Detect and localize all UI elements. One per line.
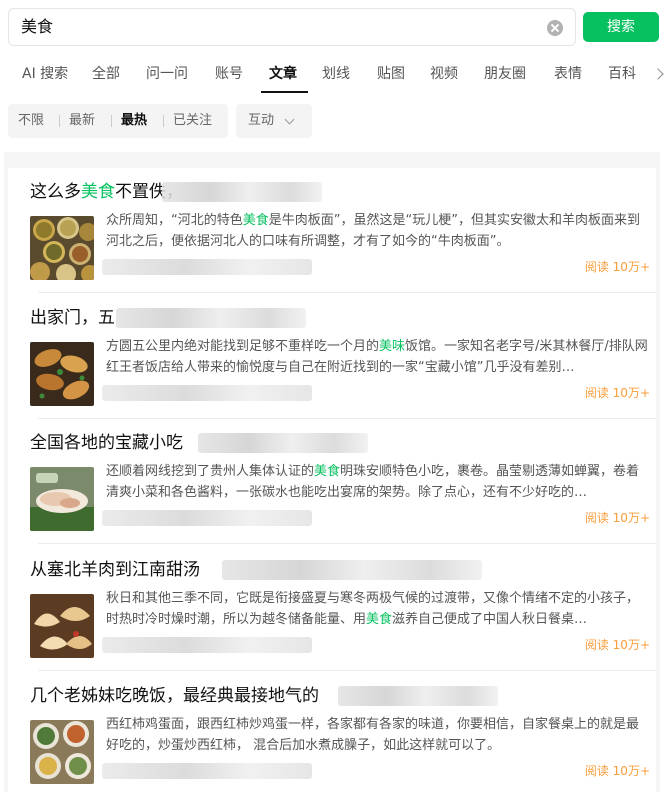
interaction-label: 互动: [248, 113, 275, 128]
article-card[interactable]: 这么多美食不置佚， 众所周知，“河北的特色美食是牛肉板面”，虽然这是“玩儿梗”，…: [16, 168, 656, 293]
tab-ai-search[interactable]: AI 搜索: [22, 54, 68, 94]
article-title[interactable]: 全国各地的宝藏小吃: [30, 431, 183, 455]
search-bar[interactable]: 美食: [8, 8, 576, 46]
article-thumbnail[interactable]: [30, 720, 94, 784]
read-count: 阅读 10万+: [584, 764, 650, 778]
filter-hottest[interactable]: 最热: [121, 104, 147, 138]
filter-divider: [59, 115, 60, 127]
card-divider: [38, 292, 656, 293]
article-thumbnail[interactable]: [30, 342, 94, 406]
summary-text: 还顺着网线挖到了贵州人集体认证的: [106, 464, 315, 479]
filter-divider: [111, 115, 112, 127]
tab-articles[interactable]: 文章: [269, 54, 297, 94]
article-title[interactable]: 从塞北羊肉到江南甜汤: [30, 558, 200, 582]
tab-stickers[interactable]: 贴图: [377, 54, 405, 94]
redacted-source: [102, 763, 312, 779]
article-title-text: 全国各地的宝藏小吃: [30, 433, 183, 453]
article-summary: 还顺着网线挖到了贵州人集体认证的美食明珠安顺特色小吃，裹卷。晶莹剔透薄如蝉翼，卷…: [106, 461, 650, 503]
tab-accounts[interactable]: 账号: [215, 54, 243, 94]
article-card[interactable]: 从塞北羊肉到江南甜汤 秋日和其他三季不同，它既是衔接盛夏与寒冬两极气候的过渡带，…: [16, 546, 656, 671]
redacted-title-segment: [116, 308, 306, 328]
article-thumbnail[interactable]: [30, 216, 94, 280]
article-summary: 秋日和其他三季不同，它既是衔接盛夏与寒冬两极气候的过渡带，又像个情绪不定的小孩子…: [106, 588, 650, 630]
article-card[interactable]: 几个老姊妹吃晚饭，最经典最接地气的 西红柿鸡蛋面，跟西红柿炒鸡蛋一样，各家都有各…: [16, 672, 656, 792]
read-count: 阅读 10万+: [584, 386, 650, 400]
chevron-right-icon[interactable]: [652, 68, 664, 80]
article-title-text: 几个老姊妹吃晚饭，最经典最接地气的: [30, 686, 319, 706]
filter-following[interactable]: 已关注: [173, 104, 212, 138]
read-count: 阅读 10万+: [584, 511, 650, 525]
redacted-title-segment: [338, 686, 498, 706]
search-input[interactable]: 美食: [21, 17, 53, 37]
tab-all[interactable]: 全部: [92, 54, 120, 94]
summary-text: 方圆五公里内绝对能找到足够不重样吃一个月的: [106, 339, 380, 354]
keyword-highlight: 美食: [314, 464, 341, 479]
redacted-source: [102, 637, 312, 653]
article-title-text: 这么多: [30, 182, 81, 202]
category-tabs: AI 搜索 全部 问一问 账号 文章 划线 贴图 视频 朋友圈 表情 百科: [0, 54, 664, 94]
summary-text: 滋养自己便成了中国人秋日餐桌…: [392, 612, 588, 627]
redacted-title-segment: [222, 560, 482, 580]
read-count: 阅读 10万+: [584, 260, 650, 274]
article-title[interactable]: 出家门，五: [30, 306, 115, 330]
redacted-title-segment: [162, 182, 322, 202]
article-card[interactable]: 出家门，五 方圆五公里内绝对能找到足够不重样吃一个月的美味饭馆。一家知名老字号/…: [16, 294, 656, 419]
tab-videos[interactable]: 视频: [430, 54, 458, 94]
article-summary: 方圆五公里内绝对能找到足够不重样吃一个月的美味饭馆。一家知名老字号/米其林餐厅/…: [106, 336, 650, 378]
tab-moments[interactable]: 朋友圈: [484, 54, 526, 94]
redacted-source: [102, 510, 312, 526]
redacted-title-segment: [198, 433, 368, 453]
keyword-highlight: 美食: [366, 612, 393, 627]
filter-any[interactable]: 不限: [18, 104, 44, 138]
tab-ask[interactable]: 问一问: [146, 54, 188, 94]
read-count: 阅读 10万+: [584, 638, 650, 652]
article-summary: 众所周知，“河北的特色美食是牛肉板面”，虽然这是“玩儿梗”，但其实安徽太和羊肉板…: [106, 210, 650, 252]
tab-emoji[interactable]: 表情: [554, 54, 582, 94]
tab-wiki[interactable]: 百科: [608, 54, 636, 94]
card-divider: [38, 670, 656, 671]
article-card[interactable]: 全国各地的宝藏小吃 还顺着网线挖到了贵州人集体认证的美食明珠安顺特色小吃，裹卷。…: [16, 419, 656, 544]
article-title-text: 出家门，五: [30, 308, 115, 328]
redacted-source: [102, 259, 312, 275]
sort-filter-group: 不限 最新 最热 已关注: [8, 104, 228, 138]
article-title-text: 从塞北羊肉到江南甜汤: [30, 560, 200, 580]
article-summary: 西红柿鸡蛋面，跟西红柿炒鸡蛋一样，各家都有各家的味道，你要相信，自家餐桌上的就是…: [106, 714, 650, 756]
results-list: 这么多美食不置佚， 众所周知，“河北的特色美食是牛肉板面”，虽然这是“玩儿梗”，…: [8, 168, 656, 792]
article-title[interactable]: 这么多美食不置佚，: [30, 180, 183, 204]
chevron-down-icon: [284, 114, 295, 125]
filter-divider: [163, 115, 164, 127]
interaction-dropdown[interactable]: 互动: [236, 104, 312, 138]
redacted-source: [102, 385, 312, 401]
search-button[interactable]: 搜索: [583, 12, 659, 42]
article-thumbnail[interactable]: [30, 594, 94, 658]
article-title[interactable]: 几个老姊妹吃晚饭，最经典最接地气的: [30, 684, 319, 708]
summary-text: 众所周知，“河北的特色: [106, 213, 243, 228]
active-tab-underline: [261, 91, 308, 93]
keyword-highlight: 美味: [379, 339, 406, 354]
keyword-highlight: 美食: [81, 182, 115, 202]
card-divider: [38, 543, 656, 544]
summary-text: 西红柿鸡蛋面，跟西红柿炒鸡蛋一样，各家都有各家的味道，你要相信，自家餐桌上的就是…: [106, 717, 640, 753]
keyword-highlight: 美食: [242, 213, 269, 228]
filter-latest[interactable]: 最新: [69, 104, 95, 138]
tab-highlights[interactable]: 划线: [322, 54, 350, 94]
article-thumbnail[interactable]: [30, 467, 94, 531]
clear-icon[interactable]: [547, 20, 563, 36]
